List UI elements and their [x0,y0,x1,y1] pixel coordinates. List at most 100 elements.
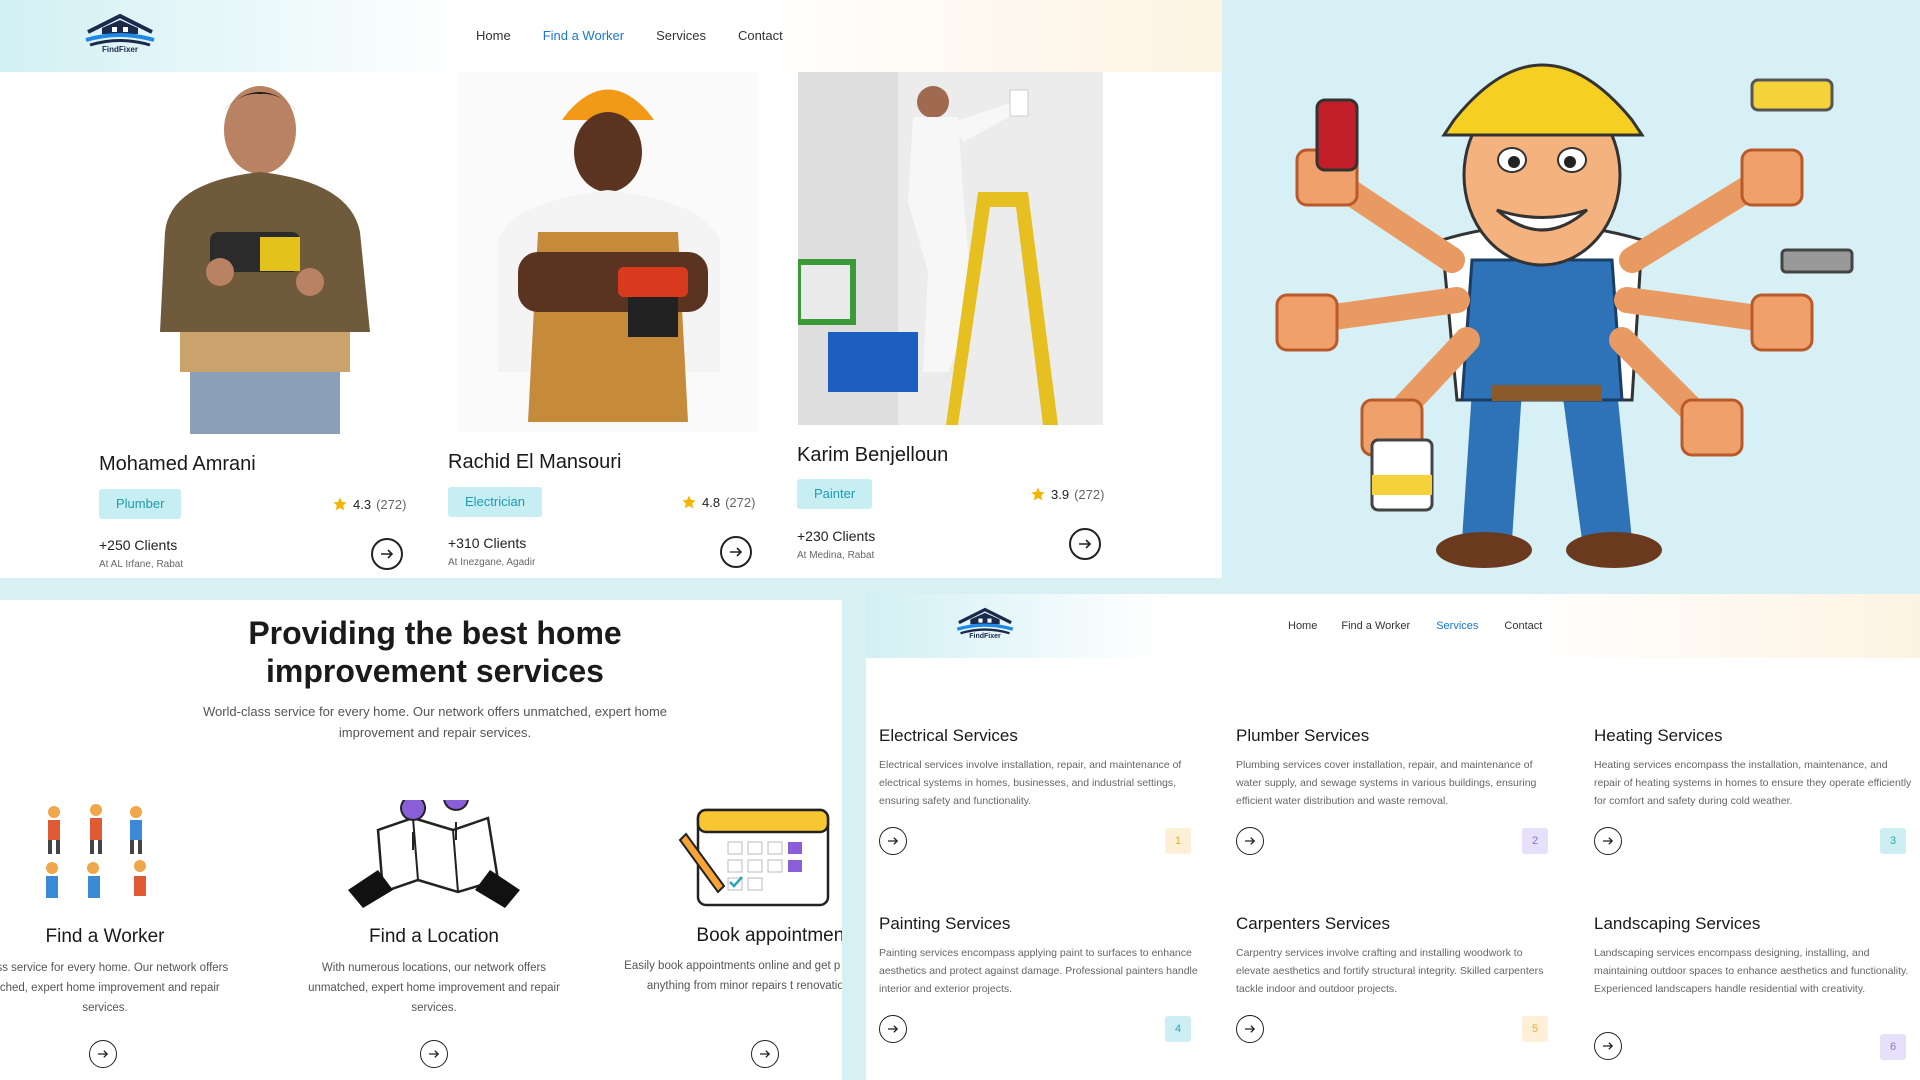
nav-links: Home Find a Worker Services Contact [476,28,783,43]
feature-button[interactable] [89,1040,117,1068]
service-description: Painting services encompass applying pai… [879,947,1198,995]
service-description: Carpentry services involve crafting and … [1236,947,1544,995]
service-description: Landscaping services encompass designing… [1594,947,1909,995]
arrow-right-icon [1603,1042,1614,1050]
nav-links: Home Find a Worker Services Contact [1288,620,1542,632]
nav-contact[interactable]: Contact [1504,620,1542,632]
arrow-right-icon [381,549,394,559]
handyman-mascot [1222,0,1920,594]
intro-title-line1: Providing the best home [248,615,622,651]
workers-icon [36,800,176,910]
service-description: Electrical services involve installation… [879,759,1182,807]
star-icon [333,497,347,511]
service-button[interactable] [879,827,907,855]
nav-services[interactable]: Services [1436,620,1478,632]
worker-name[interactable]: Rachid El Mansouri [448,451,621,474]
calendar-icon [678,800,842,910]
arrow-right-icon [730,547,743,557]
rating-count: (272) [1074,486,1105,502]
worker-role-badge: Painter [797,479,873,509]
brand-name: FindFixer [969,633,1001,640]
worker-clients: +230 Clients [797,528,876,544]
arrow-right-icon [1245,1025,1256,1033]
services-panel: FindFixer Home Find a Worker Services Co… [866,594,1920,1080]
arrow-right-icon [429,1050,440,1058]
service-button[interactable] [1236,1015,1264,1043]
rating-value: 4.3 [353,496,372,512]
house-logo-icon [956,607,1014,635]
house-logo-icon [85,13,155,47]
service-button[interactable] [1594,827,1622,855]
service-title[interactable]: Carpenters Services [1236,914,1390,934]
worker-photo[interactable] [798,72,1103,425]
service-number-badge: 5 [1522,1016,1548,1042]
worker-photo[interactable] [458,72,758,432]
worker-rating: 3.9 (272) [1030,486,1104,502]
worker-role-badge: Electrician [448,487,542,517]
rating-value: 4.8 [702,494,721,510]
service-title[interactable]: Painting Services [879,914,1010,934]
feature-description: With numerous locations, our network off… [308,962,560,1014]
brand-name: FindFixer [101,45,138,54]
feature-button[interactable] [420,1040,448,1068]
service-title[interactable]: Electrical Services [879,726,1018,746]
service-button[interactable] [1236,827,1264,855]
nav-home[interactable]: Home [1288,620,1317,632]
feature-title: Find a Location [369,926,499,947]
nav-contact[interactable]: Contact [738,28,783,43]
arrow-right-icon [1603,837,1614,845]
intro-subtitle: World-class service for every home. Our … [202,704,668,740]
arrow-right-icon [1079,539,1092,549]
worker-details-button[interactable] [1069,528,1101,560]
rating-count: (272) [376,496,407,512]
worker-rating: 4.3 (272) [332,496,406,512]
service-number-badge: 3 [1880,828,1906,854]
worker-clients: +250 Clients [99,537,178,553]
feature-title: Find a Worker [45,926,165,947]
feature-button[interactable] [751,1040,779,1068]
worker-rating: 4.8 (272) [681,494,755,510]
top-nav: FindFixer Home Find a Worker Services Co… [0,0,1222,72]
service-title[interactable]: Heating Services [1594,726,1723,746]
service-title[interactable]: Plumber Services [1236,726,1369,746]
map-pin-icon [338,785,530,910]
worker-name[interactable]: Mohamed Amrani [99,453,256,476]
rating-count: (272) [725,494,756,510]
arrow-right-icon [1245,837,1256,845]
worker-details-button[interactable] [720,536,752,568]
service-number-badge: 4 [1165,1016,1191,1042]
worker-role-badge: Plumber [99,489,182,519]
brand-logo[interactable]: FindFixer [954,606,1016,640]
service-button[interactable] [879,1015,907,1043]
nav-find-worker[interactable]: Find a Worker [543,28,624,43]
service-description: Plumbing services cover installation, re… [1236,759,1537,807]
service-number-badge: 2 [1522,828,1548,854]
find-worker-panel: FindFixer Home Find a Worker Services Co… [0,0,1222,578]
worker-location: At Inezgane, Agadir [448,557,536,568]
rating-value: 3.9 [1051,486,1070,502]
service-number-badge: 6 [1880,1034,1906,1060]
feature-title: Book appointment [696,925,842,946]
service-description: Heating services encompass the installat… [1594,759,1912,807]
worker-photo[interactable] [110,72,410,434]
worker-name[interactable]: Karim Benjelloun [797,444,948,467]
service-title[interactable]: Landscaping Services [1594,914,1760,934]
worker-location: At Medina, Rabat [797,550,875,561]
arrow-right-icon [98,1050,109,1058]
nav-home[interactable]: Home [476,28,511,43]
nav-find-worker[interactable]: Find a Worker [1341,620,1410,632]
top-nav: FindFixer Home Find a Worker Services Co… [866,594,1920,658]
service-number-badge: 1 [1165,828,1191,854]
worker-location: At AL Irfane, Rabat [99,559,184,570]
arrow-right-icon [888,837,899,845]
service-button[interactable] [1594,1032,1622,1060]
star-icon [682,495,696,509]
star-icon [1031,487,1045,501]
arrow-right-icon [888,1025,899,1033]
brand-logo[interactable]: FindFixer [82,12,158,54]
intro-title-line2: improvement services [266,653,604,689]
feature-description: Easily book appointments online and get … [624,960,842,992]
nav-services[interactable]: Services [656,28,706,43]
features-panel: Providing the best home improvement serv… [0,600,842,1080]
worker-details-button[interactable] [371,538,403,570]
